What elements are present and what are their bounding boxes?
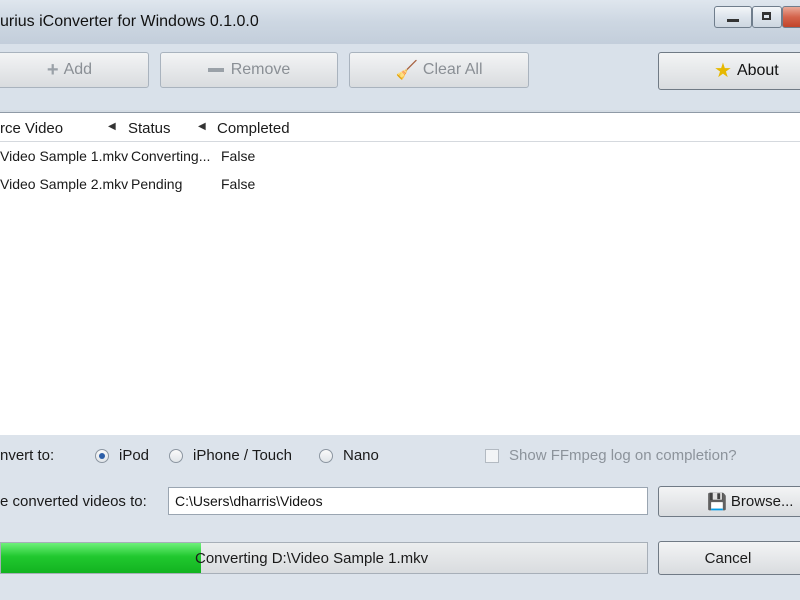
sort-arrow-icon: ◀: [198, 121, 206, 132]
column-header-status[interactable]: Status: [128, 120, 171, 137]
video-name: Video Sample 2.mkv: [0, 176, 129, 192]
remove-button-label: Remove: [230, 61, 291, 78]
close-button[interactable]: [782, 6, 800, 28]
video-status: Pending: [131, 176, 183, 192]
radio-iphone-touch-label[interactable]: iPhone / Touch: [193, 447, 292, 464]
minimize-icon: [727, 19, 739, 22]
add-button[interactable]: + Add: [0, 52, 149, 88]
about-button-label: About: [736, 62, 779, 79]
video-list[interactable]: rce Video ◀ Status ◀ Completed Video Sam…: [0, 112, 800, 436]
ffmpeg-log-checkbox[interactable]: [485, 449, 499, 463]
minimize-button[interactable]: [714, 6, 752, 28]
floppy-disk-icon: 💾: [707, 493, 727, 511]
sort-arrow-icon: ◀: [108, 121, 116, 132]
clear-all-button-label: Clear All: [422, 61, 483, 78]
browse-button[interactable]: 💾 Browse...: [658, 486, 800, 517]
title-bar: urius iConverter for Windows 0.1.0.0: [0, 0, 800, 45]
cancel-button[interactable]: Cancel: [658, 541, 800, 575]
broom-icon: 🧹: [395, 60, 418, 80]
maximize-button[interactable]: [752, 6, 782, 28]
ffmpeg-log-label[interactable]: Show FFmpeg log on completion?: [509, 447, 737, 464]
list-item[interactable]: Video Sample 2.mkv Pending False: [0, 170, 800, 198]
progress-text: Converting D:\Video Sample 1.mkv: [195, 550, 429, 567]
minus-icon: [207, 68, 224, 72]
list-item[interactable]: Video Sample 1.mkv Converting... False: [0, 142, 800, 170]
radio-iphone-touch[interactable]: [169, 449, 183, 463]
window-title: urius iConverter for Windows 0.1.0.0: [0, 13, 259, 30]
radio-nano-label[interactable]: Nano: [343, 447, 379, 464]
video-completed: False: [221, 148, 256, 164]
video-name: Video Sample 1.mkv: [0, 148, 129, 164]
cancel-button-label: Cancel: [704, 549, 752, 567]
clear-all-button[interactable]: 🧹 Clear All: [349, 52, 529, 88]
toolbar: + Add Remove 🧹 Clear All ★ About: [0, 44, 800, 110]
conversion-progress-bar: Converting D:\Video Sample 1.mkv: [0, 542, 648, 574]
add-button-label: Add: [63, 61, 93, 78]
list-header: rce Video ◀ Status ◀ Completed: [0, 113, 800, 142]
radio-nano[interactable]: [319, 449, 333, 463]
plus-icon: +: [46, 59, 59, 81]
star-icon: ★: [714, 60, 732, 82]
about-button[interactable]: ★ About: [658, 52, 800, 90]
video-completed: False: [221, 176, 256, 192]
radio-ipod[interactable]: [95, 449, 109, 463]
maximize-icon: [762, 12, 771, 20]
radio-ipod-label[interactable]: iPod: [119, 447, 149, 464]
column-header-completed[interactable]: Completed: [217, 120, 290, 137]
save-to-label: e converted videos to:: [0, 493, 147, 510]
column-header-source-video[interactable]: rce Video: [0, 120, 63, 137]
output-path-input[interactable]: [168, 487, 648, 515]
browse-button-label: Browse...: [730, 493, 794, 510]
video-status: Converting...: [131, 148, 211, 164]
convert-to-label: nvert to:: [0, 447, 55, 464]
progress-fill: [1, 543, 202, 573]
remove-button[interactable]: Remove: [160, 52, 338, 88]
options-panel: nvert to: iPod iPhone / Touch Nano Show …: [0, 435, 800, 600]
